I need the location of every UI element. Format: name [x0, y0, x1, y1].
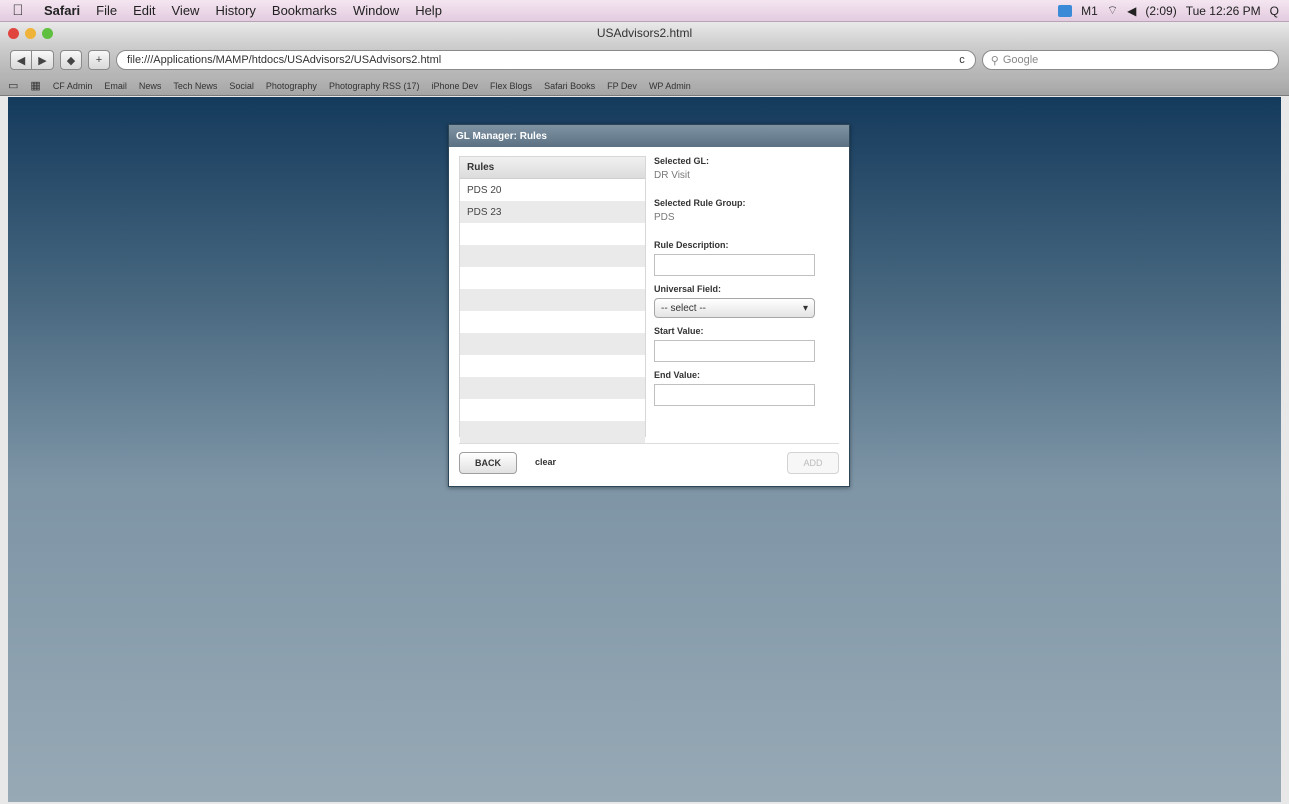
rule-row	[460, 377, 645, 399]
address-field[interactable]: file:///Applications/MAMP/htdocs/USAdvis…	[116, 50, 976, 70]
window-title: USAdvisors2.html	[596, 26, 693, 40]
selected-gl-label: Selected GL:	[654, 156, 710, 166]
bookmark-item[interactable]: WP Admin	[649, 81, 691, 91]
panel-title: GL Manager: Rules	[449, 125, 849, 147]
bookmark-item[interactable]: Photography	[266, 81, 317, 91]
url-text: file:///Applications/MAMP/htdocs/USAdvis…	[127, 54, 442, 66]
rule-description-input[interactable]	[654, 254, 815, 276]
top-sites-icon[interactable]: ▦	[30, 79, 40, 92]
start-value-label: Start Value:	[654, 326, 704, 336]
menu-view[interactable]: View	[164, 3, 208, 18]
menu-bookmarks[interactable]: Bookmarks	[264, 3, 345, 18]
wifi-icon[interactable]: ⌔	[1107, 3, 1118, 18]
rule-description-label: Rule Description:	[654, 240, 729, 250]
clock[interactable]: Tue 12:26 PM	[1186, 4, 1261, 18]
search-placeholder: Google	[1002, 54, 1039, 66]
bookmark-item[interactable]: Flex Blogs	[490, 81, 532, 91]
rules-list: Rules PDS 20 PDS 23	[459, 156, 646, 443]
apple-menu-icon[interactable]: 	[0, 2, 36, 19]
bookmark-item[interactable]: CF Admin	[53, 81, 93, 91]
rule-row	[460, 245, 645, 267]
end-value-label: End Value:	[654, 370, 701, 380]
bookmark-item[interactable]: News	[139, 81, 162, 91]
rule-row	[460, 223, 645, 245]
rule-row[interactable]: PDS 23	[460, 201, 645, 223]
reading-list-icon[interactable]: ▭	[8, 79, 18, 92]
clear-link[interactable]: clear	[535, 457, 556, 467]
end-value-input[interactable]	[654, 384, 815, 406]
selected-rule-group-label: Selected Rule Group:	[654, 198, 746, 208]
selected-rule-group-value: PDS	[654, 212, 675, 223]
status-app-icon[interactable]	[1058, 4, 1073, 17]
search-icon: ⚲	[990, 54, 999, 67]
status-menus: M1 ⌔ ◀ (2:09) Tue 12:26 PM Q	[1058, 3, 1289, 18]
browser-toolbar: ◀ ▶ ◆ + file:///Applications/MAMP/htdocs…	[0, 44, 1289, 76]
gl-manager-panel: GL Manager: Rules Rules PDS 20 PDS 23 Se…	[448, 124, 850, 487]
evernote-icon[interactable]: ◆	[60, 50, 82, 70]
spotlight-icon[interactable]: Q	[1270, 4, 1279, 18]
chevron-down-icon: ▾	[802, 302, 808, 314]
bookmark-item[interactable]: Photography RSS (17)	[329, 81, 420, 91]
menu-bar:  Safari File Edit View History Bookmark…	[0, 0, 1289, 22]
bookmark-item[interactable]: FP Dev	[607, 81, 637, 91]
rule-row	[460, 333, 645, 355]
bookmarks-bar: ▭ ▦ CF Admin Email News Tech News Social…	[0, 76, 1289, 96]
forward-nav-button[interactable]: ▶	[32, 50, 54, 70]
volume-icon[interactable]: ◀	[1127, 4, 1136, 18]
selected-gl-value: DR Visit	[654, 170, 690, 181]
reload-icon[interactable]: c	[959, 54, 965, 66]
rule-form: Selected GL: DR Visit Selected Rule Grou…	[654, 156, 819, 406]
bookmark-item[interactable]: Tech News	[173, 81, 217, 91]
universal-field-label: Universal Field:	[654, 284, 722, 294]
page-content: GL Manager: Rules Rules PDS 20 PDS 23 Se…	[8, 97, 1281, 802]
rule-row	[460, 399, 645, 421]
menu-history[interactable]: History	[207, 3, 263, 18]
universal-field-select[interactable]: -- select -- ▾	[654, 298, 815, 318]
bookmark-item[interactable]: Safari Books	[544, 81, 595, 91]
rule-row	[460, 421, 645, 443]
rule-row[interactable]: PDS 20	[460, 179, 645, 201]
back-button[interactable]: BACK	[459, 452, 517, 474]
rule-row	[460, 267, 645, 289]
back-nav-button[interactable]: ◀	[10, 50, 32, 70]
search-field[interactable]: ⚲ Google	[981, 50, 1279, 70]
add-button[interactable]: ADD	[787, 452, 839, 474]
menu-safari[interactable]: Safari	[36, 3, 88, 18]
bookmark-item[interactable]: Email	[104, 81, 127, 91]
nav-buttons: ◀ ▶	[10, 50, 54, 70]
bookmark-item[interactable]: Social	[229, 81, 254, 91]
menu-window[interactable]: Window	[345, 3, 407, 18]
mail-count[interactable]: M1	[1081, 4, 1098, 18]
menu-help[interactable]: Help	[407, 3, 450, 18]
rule-row	[460, 355, 645, 377]
rules-list-header: Rules	[460, 157, 645, 179]
start-value-input[interactable]	[654, 340, 815, 362]
add-bookmark-button[interactable]: +	[88, 50, 110, 70]
bookmark-item[interactable]: iPhone Dev	[432, 81, 479, 91]
battery-status[interactable]: (2:09)	[1145, 4, 1176, 18]
universal-field-value: -- select --	[661, 302, 706, 314]
rule-row	[460, 289, 645, 311]
menu-edit[interactable]: Edit	[125, 3, 163, 18]
rule-row	[460, 311, 645, 333]
window-titlebar: USAdvisors2.html	[0, 22, 1289, 44]
panel-divider	[459, 443, 839, 444]
menu-file[interactable]: File	[88, 3, 125, 18]
